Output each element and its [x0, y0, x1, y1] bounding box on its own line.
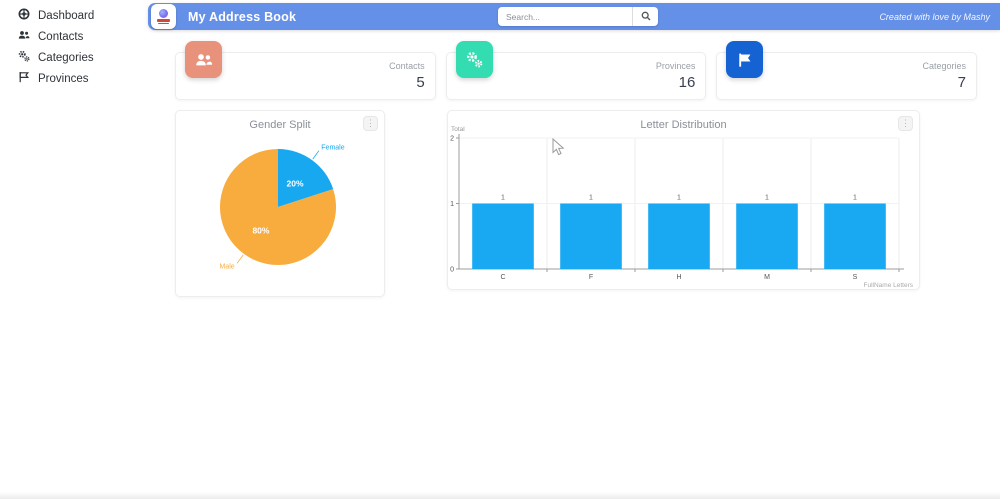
pie-outside-label: Male	[220, 264, 235, 271]
sidebar-item-dashboard[interactable]: Dashboard	[0, 5, 148, 26]
stat-value: 5	[416, 74, 425, 91]
bar	[736, 203, 798, 269]
bar	[824, 203, 886, 269]
bar	[560, 203, 622, 269]
stat-card-provinces: Provinces 16	[445, 41, 707, 100]
stats-row: Contacts 5 Provinces 16 Categories 7	[175, 41, 978, 100]
main-content: Contacts 5 Provinces 16 Categories 7 Gen…	[148, 0, 1000, 499]
stat-card-categories: Categories 7	[716, 41, 978, 100]
pie-slice-percent-label: 80%	[252, 225, 269, 235]
x-category-label: H	[676, 274, 681, 281]
pie-slice-percent-label: 20%	[287, 179, 304, 189]
sidebar: Dashboard Contacts Categories Provinces	[0, 0, 148, 499]
stat-label: Categories	[922, 61, 967, 71]
sidebar-item-label: Provinces	[38, 72, 89, 85]
letter-distribution-bar-chart: 0 1 2 1 C 1 F 1 H 1 M 1 S Total FullName Letters	[450, 126, 914, 289]
bar-value-label: 1	[677, 195, 681, 202]
stat-value: 16	[678, 74, 696, 91]
pie-leader-line	[312, 150, 320, 160]
gender-split-pie-chart: 20% Female 80% Male	[220, 144, 345, 271]
stat-label: Contacts	[389, 61, 425, 71]
bar	[472, 203, 534, 269]
pie-leader-line	[236, 254, 244, 264]
sidebar-item-provinces[interactable]: Provinces	[0, 68, 148, 89]
sidebar-item-categories[interactable]: Categories	[0, 47, 148, 68]
y-tick-label: 2	[450, 136, 454, 143]
bar-value-label: 1	[501, 195, 505, 202]
flag-icon	[18, 71, 30, 86]
gender-split-card: Gender Split ⋮ 20% Female 80% Male	[175, 110, 385, 297]
x-category-label: S	[853, 274, 858, 281]
contacts-icon	[18, 29, 30, 44]
categories-icon	[18, 50, 30, 65]
stat-label: Provinces	[655, 61, 696, 71]
sidebar-item-label: Categories	[38, 51, 94, 64]
bar-value-label: 1	[853, 195, 857, 202]
bar	[648, 203, 710, 269]
gears-icon	[455, 41, 493, 78]
sidebar-item-label: Dashboard	[38, 9, 95, 22]
sidebar-item-contacts[interactable]: Contacts	[0, 26, 148, 47]
stat-value: 7	[957, 74, 967, 91]
bar-value-label: 1	[589, 195, 593, 202]
x-category-label: M	[764, 274, 770, 281]
y-tick-label: 0	[450, 267, 454, 274]
x-axis-title: FullName Letters	[864, 282, 914, 289]
letter-distribution-card: Letter Distribution ⋮ 0 1 2 1 C 1 F 1 H 1 M 1 S Total…	[447, 110, 920, 290]
x-category-label: C	[500, 274, 505, 281]
y-tick-label: 1	[450, 201, 454, 208]
people-icon	[185, 41, 222, 78]
dashboard-icon	[18, 8, 30, 23]
x-category-label: F	[589, 274, 593, 281]
y-axis-title: Total	[451, 126, 465, 133]
flag-icon	[726, 41, 764, 78]
pie-outside-label: Female	[321, 144, 344, 151]
sidebar-item-label: Contacts	[38, 30, 84, 43]
stat-card-contacts: Contacts 5	[175, 41, 436, 100]
bottom-scroll-area[interactable]	[0, 492, 1000, 499]
bar-value-label: 1	[765, 195, 769, 202]
